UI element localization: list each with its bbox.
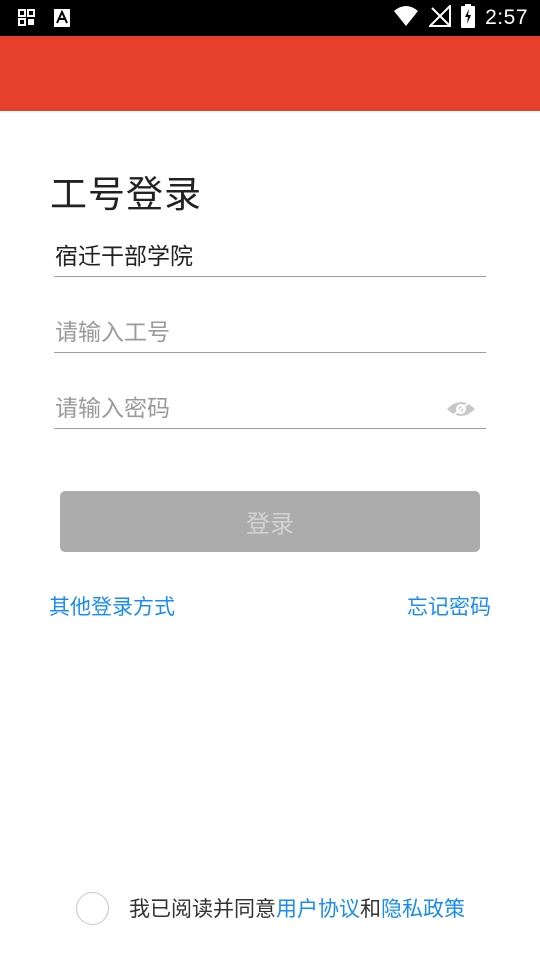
forgot-password-link[interactable]: 忘记密码 (407, 591, 491, 621)
user-agreement-link[interactable]: 用户协议 (276, 897, 360, 921)
status-left-icons (18, 9, 70, 31)
school-field[interactable]: 宿迁干部学院 (54, 233, 486, 277)
battery-charging-icon (461, 4, 476, 32)
other-login-link[interactable]: 其他登录方式 (49, 591, 175, 621)
school-value: 宿迁干部学院 (55, 244, 193, 270)
status-bar: 2:57 (0, 0, 540, 36)
eye-icon[interactable] (446, 399, 476, 419)
privacy-policy-link[interactable]: 隐私政策 (381, 897, 465, 921)
password-input[interactable]: 请输入密码 (54, 385, 486, 429)
font-a-icon (54, 9, 70, 31)
agreement-prefix: 我已阅读并同意 (129, 897, 276, 921)
login-button[interactable]: 登录 (60, 491, 480, 552)
wifi-icon (393, 5, 419, 31)
status-right-icons: 2:57 (393, 3, 528, 32)
agreement-checkbox[interactable] (76, 891, 109, 925)
agreement-text: 我已阅读并同意用户协议和隐私政策 (129, 893, 465, 923)
employee-id-placeholder: 请输入工号 (55, 320, 170, 346)
agreement-row: 我已阅读并同意用户协议和隐私政策 (76, 891, 465, 925)
app-bar (0, 36, 540, 111)
app-grid-icon (18, 9, 36, 31)
agreement-conjunction: 和 (360, 897, 381, 921)
password-placeholder: 请输入密码 (55, 396, 170, 422)
employee-id-input[interactable]: 请输入工号 (54, 309, 486, 353)
status-time: 2:57 (485, 6, 528, 29)
no-signal-icon (427, 3, 452, 31)
page-title: 工号登录 (50, 173, 202, 216)
